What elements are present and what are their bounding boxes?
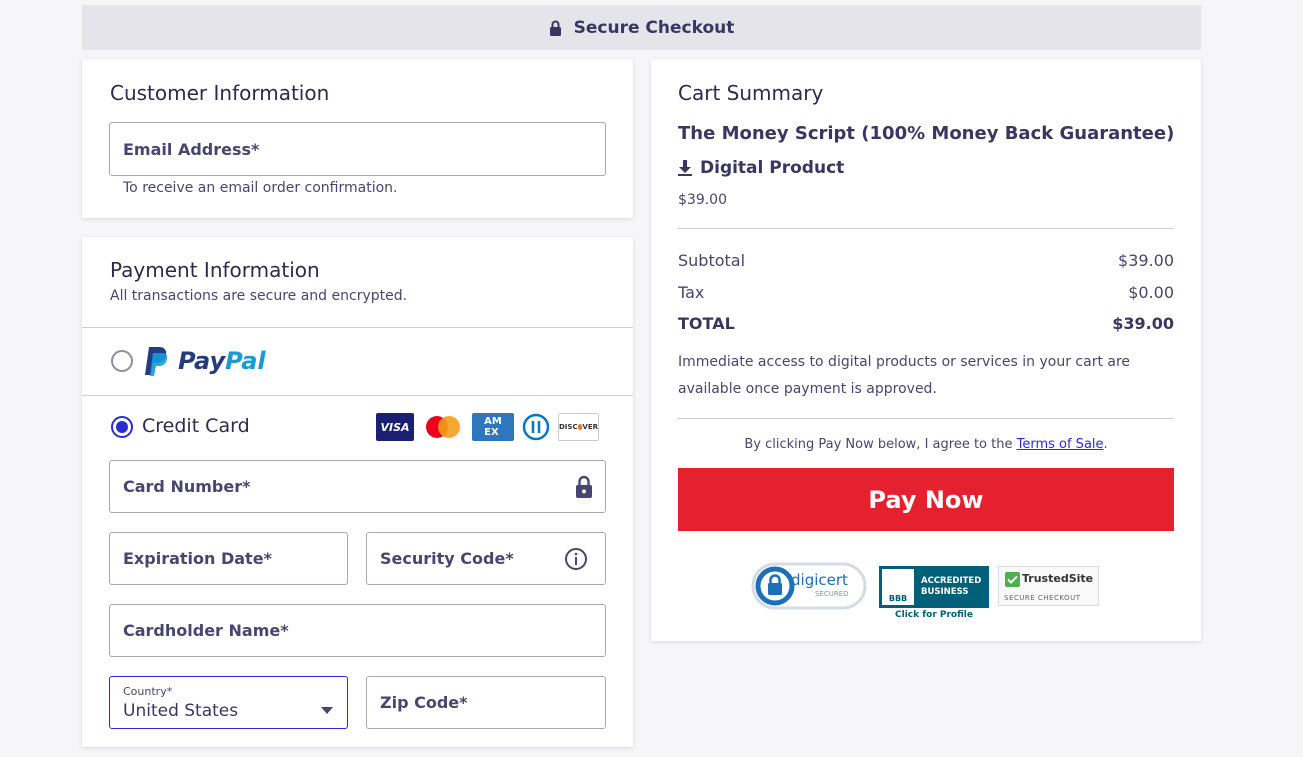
bbb-logo: BBB bbox=[882, 569, 914, 605]
email-placeholder: Email Address* bbox=[123, 139, 260, 159]
paypal-radio[interactable] bbox=[111, 350, 133, 372]
mastercard-icon bbox=[422, 413, 464, 441]
credit-card-radio[interactable] bbox=[111, 416, 133, 438]
payment-heading: Payment Information bbox=[110, 258, 320, 282]
secure-checkout-bar: Secure Checkout bbox=[82, 5, 1201, 50]
pay-now-button[interactable]: Pay Now bbox=[678, 468, 1174, 531]
subtotal-row: Subtotal $39.00 bbox=[678, 251, 1174, 270]
bbb-text: ACCREDITED BUSINESS bbox=[921, 576, 981, 598]
payment-subheading: All transactions are secure and encrypte… bbox=[110, 288, 408, 304]
product-type: Digital Product bbox=[678, 158, 844, 178]
total-row: TOTAL $39.00 bbox=[678, 314, 1174, 333]
product-type-label: Digital Product bbox=[700, 158, 845, 178]
country-value: United States bbox=[123, 701, 239, 721]
country-label: Country* bbox=[123, 685, 173, 698]
cart-divider-1 bbox=[678, 228, 1174, 229]
bbb-line2: BUSINESS bbox=[921, 587, 969, 597]
security-code-field[interactable]: Security Code* bbox=[366, 532, 606, 585]
agree-suffix: . bbox=[1103, 437, 1108, 452]
customer-information-card: Customer Information Email Address* To r… bbox=[82, 59, 633, 218]
paypal-text-pay: Pay bbox=[178, 347, 226, 375]
email-field[interactable]: Email Address* bbox=[109, 122, 606, 176]
cart-summary-card: Cart Summary The Money Script (100% Mone… bbox=[651, 59, 1201, 641]
trustedsite-text: TrustedSite bbox=[1022, 572, 1094, 585]
product-name: The Money Script (100% Money Back Guaran… bbox=[678, 123, 1175, 144]
paypal-icon bbox=[142, 345, 170, 377]
total-value: $39.00 bbox=[1112, 314, 1174, 333]
subtotal-value: $39.00 bbox=[1118, 251, 1174, 270]
paypal-text-pal: Pal bbox=[225, 347, 266, 375]
cart-heading: Cart Summary bbox=[678, 81, 824, 105]
lock-icon bbox=[549, 20, 562, 36]
security-placeholder: Security Code* bbox=[380, 549, 514, 568]
bbb-line1: ACCREDITED bbox=[921, 576, 982, 586]
expiration-date-field[interactable]: Expiration Date* bbox=[109, 532, 348, 585]
tax-value: $0.00 bbox=[1128, 283, 1174, 302]
info-icon[interactable] bbox=[564, 547, 588, 575]
digicert-badge[interactable]: digicert SECURED bbox=[751, 562, 869, 610]
chevron-down-icon bbox=[321, 699, 333, 718]
bbb-logo-text: BBB bbox=[888, 594, 908, 603]
terms-of-sale-link[interactable]: Terms of Sale bbox=[1017, 437, 1104, 452]
agree-text: By clicking Pay Now below, I agree to th… bbox=[678, 437, 1174, 452]
trustedsite-sub: SECURE CHECKOUT bbox=[1004, 594, 1081, 602]
payment-divider-mid bbox=[82, 395, 633, 396]
digicert-sub: SECURED bbox=[815, 590, 849, 598]
card-number-placeholder: Card Number* bbox=[123, 477, 251, 496]
tax-label: Tax bbox=[678, 283, 705, 302]
product-price: $39.00 bbox=[678, 192, 727, 208]
diners-icon bbox=[522, 413, 550, 441]
trustedsite-badge[interactable]: TrustedSite SECURE CHECKOUT bbox=[998, 566, 1099, 606]
lock-icon bbox=[575, 475, 593, 503]
access-note: Immediate access to digital products or … bbox=[678, 354, 1131, 397]
paypal-option[interactable]: Pay Pal bbox=[142, 345, 266, 377]
agree-prefix: By clicking Pay Now below, I agree to th… bbox=[744, 437, 1013, 452]
cart-divider-2 bbox=[678, 418, 1174, 419]
download-icon bbox=[678, 160, 692, 176]
customer-heading: Customer Information bbox=[110, 81, 330, 105]
card-logos: VISA AM EX DISC VER bbox=[376, 413, 599, 441]
secure-checkout-title: Secure Checkout bbox=[573, 17, 735, 38]
expiration-placeholder: Expiration Date* bbox=[123, 549, 272, 568]
payment-information-card: Payment Information All transactions are… bbox=[82, 237, 633, 747]
discover-icon: DISC VER bbox=[558, 413, 599, 441]
cardholder-placeholder: Cardholder Name* bbox=[123, 621, 289, 640]
tax-row: Tax $0.00 bbox=[678, 283, 1174, 302]
zip-placeholder: Zip Code* bbox=[380, 693, 468, 712]
visa-icon: VISA bbox=[376, 413, 414, 441]
subtotal-label: Subtotal bbox=[678, 251, 746, 270]
zip-code-field[interactable]: Zip Code* bbox=[366, 676, 606, 729]
country-select[interactable]: Country* United States bbox=[109, 676, 348, 729]
bbb-badge[interactable]: BBB ACCREDITED BUSINESS bbox=[879, 566, 989, 608]
bbb-profile-link[interactable]: Click for Profile bbox=[879, 610, 989, 620]
card-number-field[interactable]: Card Number* bbox=[109, 460, 606, 513]
credit-card-label[interactable]: Credit Card bbox=[142, 415, 250, 437]
email-hint: To receive an email order confirmation. bbox=[123, 180, 398, 196]
digicert-text: digicert bbox=[791, 571, 848, 589]
cardholder-name-field[interactable]: Cardholder Name* bbox=[109, 604, 606, 657]
amex-icon: AM EX bbox=[472, 413, 514, 441]
payment-divider-top bbox=[82, 327, 633, 328]
check-icon bbox=[1005, 572, 1020, 587]
total-label: TOTAL bbox=[678, 314, 735, 333]
